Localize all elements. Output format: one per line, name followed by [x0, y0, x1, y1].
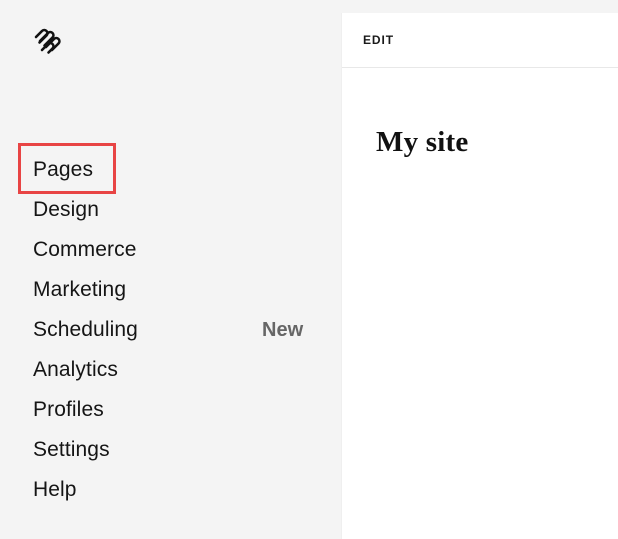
- sidebar-item-label: Commerce: [33, 238, 137, 261]
- site-preview-panel: EDIT My site: [342, 13, 618, 539]
- sidebar-item-profiles[interactable]: Profiles: [0, 390, 342, 430]
- sidebar-item-label: Help: [33, 478, 77, 501]
- sidebar-item-label: Analytics: [33, 358, 118, 381]
- sidebar-item-label: Marketing: [33, 278, 127, 301]
- sidebar-item-design[interactable]: Design: [0, 190, 342, 230]
- sidebar-item-label: Profiles: [33, 398, 104, 421]
- preview-header: EDIT: [342, 13, 618, 68]
- sidebar-item-label: Settings: [33, 438, 110, 461]
- squarespace-logo-icon[interactable]: [31, 27, 63, 55]
- sidebar-item-label: Scheduling: [33, 318, 138, 341]
- sidebar-item-analytics[interactable]: Analytics: [0, 350, 342, 390]
- sidebar-item-help[interactable]: Help: [0, 470, 342, 510]
- sidebar-item-marketing[interactable]: Marketing: [0, 270, 342, 310]
- sidebar: Pages Design Commerce Marketing Scheduli…: [0, 0, 342, 539]
- sidebar-item-label: Design: [33, 198, 99, 221]
- sidebar-item-settings[interactable]: Settings: [0, 430, 342, 470]
- app-window: Pages Design Commerce Marketing Scheduli…: [0, 0, 618, 539]
- site-title: My site: [376, 126, 469, 159]
- sidebar-item-label: Pages: [33, 158, 94, 181]
- sidebar-item-commerce[interactable]: Commerce: [0, 230, 342, 270]
- main-navigation: Pages Design Commerce Marketing Scheduli…: [0, 150, 342, 510]
- edit-button[interactable]: EDIT: [363, 33, 394, 47]
- sidebar-item-scheduling[interactable]: Scheduling New: [0, 310, 342, 350]
- sidebar-item-pages[interactable]: Pages: [0, 150, 342, 190]
- new-badge: New: [262, 319, 304, 341]
